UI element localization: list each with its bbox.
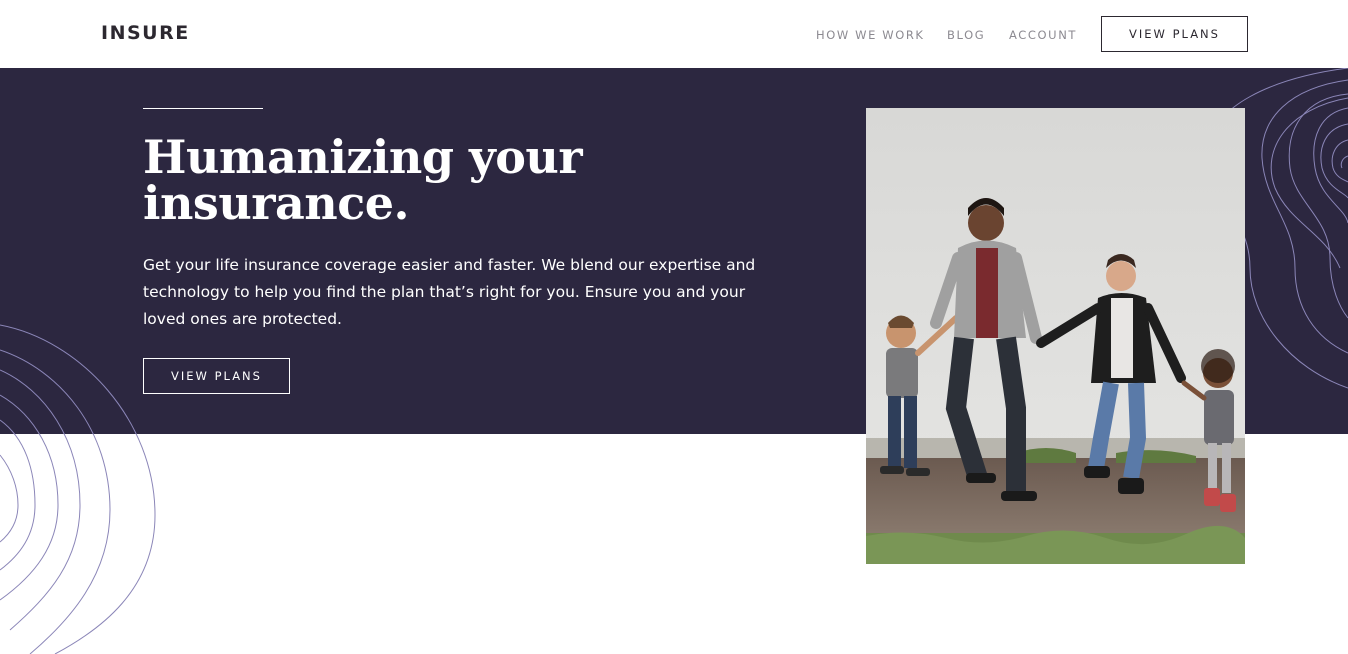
nav-link-blog[interactable]: BLOG — [947, 28, 985, 42]
family-photo — [866, 108, 1245, 564]
nav-link-how-we-work[interactable]: HOW WE WORK — [816, 28, 925, 42]
hero-divider — [143, 108, 263, 109]
hero-view-plans-button[interactable]: VIEW PLANS — [143, 358, 290, 394]
curved-lines-pattern-left-icon — [0, 324, 156, 654]
family-illustration-icon — [866, 108, 1245, 564]
hero-title: Humanizing your insurance. — [143, 130, 583, 230]
hero-description: Get your life insurance coverage easier … — [143, 256, 756, 328]
site-header: INSURE HOW WE WORK BLOG ACCOUNT VIEW PLA… — [0, 0, 1348, 68]
header-view-plans-button[interactable]: VIEW PLANS — [1101, 16, 1248, 52]
logo[interactable]: INSURE — [101, 22, 190, 44]
nav-link-account[interactable]: ACCOUNT — [1009, 28, 1077, 42]
